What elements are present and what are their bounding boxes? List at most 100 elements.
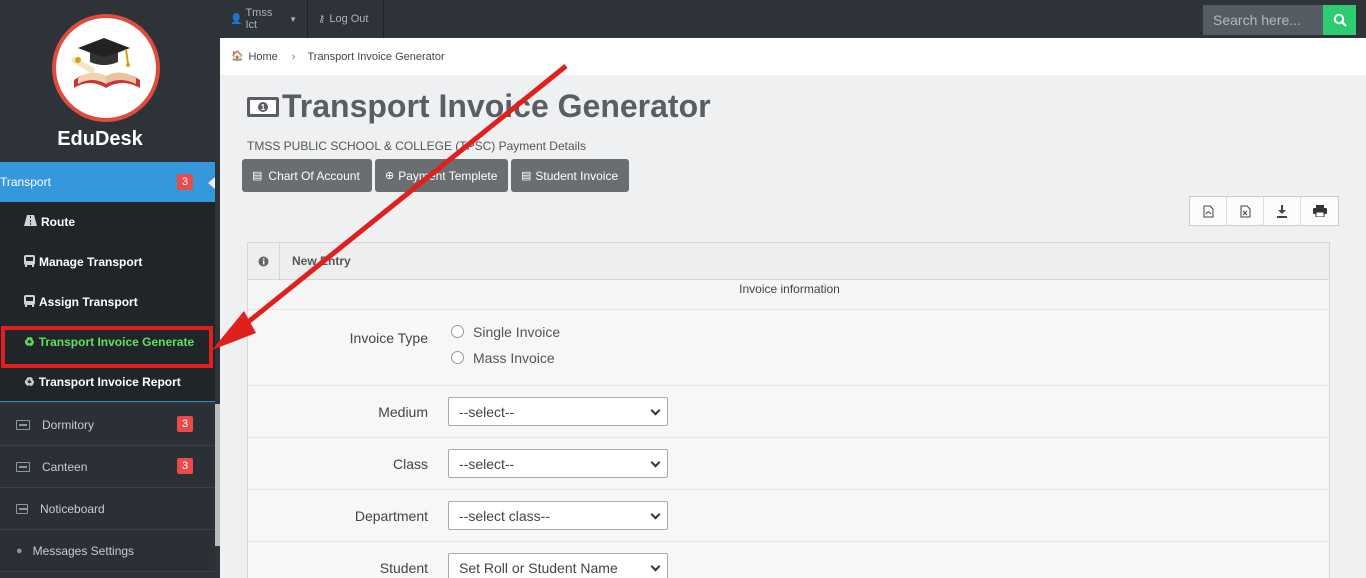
student-select-value: Set Roll or Student Name — [459, 559, 618, 576]
sidebar-item-label: Noticeboard — [40, 501, 105, 516]
chat-icon: ● — [16, 544, 23, 557]
button-label: Payment Templete — [398, 168, 498, 183]
id-card-icon — [16, 419, 30, 430]
class-select[interactable]: --select-- — [448, 449, 668, 478]
sidebar-item-transport[interactable]: Transport 3 — [0, 162, 215, 202]
sidebar-item-label: Transport — [0, 175, 51, 189]
sidebar-subitem-assign-transport[interactable]: Assign Transport — [0, 282, 215, 322]
button-label: Student Invoice — [535, 168, 619, 183]
search-button[interactable] — [1323, 5, 1356, 35]
sidebar-item-label: Dormitory — [42, 417, 95, 432]
chevron-down-icon — [650, 457, 661, 468]
medium-select-value: --select-- — [459, 403, 515, 420]
invoice-type-label: Invoice Type — [349, 330, 428, 346]
user-menu-button[interactable]: 👤 Tmss Ict ▼ — [220, 0, 308, 38]
sidebar-subitem-transport-invoice-report[interactable]: ♻ Transport Invoice Report — [0, 362, 215, 402]
payment-template-button[interactable]: ⊕ Payment Templete — [375, 159, 508, 192]
sidebar-item-noticeboard[interactable]: Noticeboard — [0, 488, 215, 530]
list-icon: ▤ — [252, 170, 263, 182]
plus-circle-icon: ⊕ — [385, 170, 395, 182]
excel-file-icon — [1240, 205, 1250, 217]
id-card-icon — [16, 461, 30, 472]
user-icon: 👤 — [230, 13, 243, 25]
export-pdf-button[interactable] — [1190, 197, 1227, 225]
class-select-value: --select-- — [459, 455, 515, 472]
top-navbar: 👤 Tmss Ict ▼ ⚷ Log Out — [220, 0, 1366, 38]
chevron-down-icon — [650, 561, 661, 572]
page-title: 1 Transport Invoice Generator — [246, 88, 711, 125]
sidebar-subitem-manage-transport[interactable]: Manage Transport — [0, 242, 215, 282]
bus-icon — [24, 294, 35, 310]
print-icon — [1312, 205, 1327, 217]
road-icon — [24, 215, 37, 229]
medium-row: Medium --select-- — [248, 385, 1329, 437]
svg-text:1: 1 — [261, 103, 266, 112]
mass-invoice-label[interactable]: Mass Invoice — [473, 350, 555, 366]
home-icon: 🏠 — [231, 51, 244, 62]
count-badge: 3 — [177, 174, 193, 190]
medium-select[interactable]: --select-- — [448, 397, 668, 426]
student-select[interactable]: Set Roll or Student Name — [448, 553, 668, 578]
sidebar-subitem-label: Assign Transport — [39, 295, 138, 309]
student-row: Student Set Roll or Student Name — [248, 541, 1329, 578]
bus-icon — [24, 254, 35, 270]
mass-invoice-radio[interactable] — [451, 351, 464, 364]
window-icon — [16, 503, 28, 514]
panel-header: New Entry — [248, 243, 1329, 280]
student-label: Student — [379, 560, 428, 576]
caret-down-icon: ▼ — [289, 14, 297, 24]
class-label: Class — [392, 456, 428, 472]
recycle-icon: ♻ — [24, 374, 35, 389]
sidebar-subitem-route[interactable]: Route — [0, 202, 215, 242]
sidebar-scrollbar[interactable] — [215, 404, 220, 546]
logo-graphic-icon — [71, 38, 140, 88]
user-name: Tmss Ict — [245, 7, 273, 31]
sidebar-subitem-label: Route — [41, 215, 75, 229]
export-excel-button[interactable] — [1227, 197, 1264, 225]
sidebar-item-label: Messages Settings — [32, 543, 135, 558]
search-input[interactable] — [1203, 5, 1323, 35]
count-badge: 3 — [177, 458, 193, 474]
page-subtitle: TMSS PUBLIC SCHOOL & COLLEGE (TPSC) Paym… — [247, 139, 586, 153]
sidebar: EduDesk Transport 3 Route Manage Transpo… — [0, 0, 220, 578]
download-icon — [1277, 205, 1287, 218]
logout-button[interactable]: ⚷ Log Out — [308, 0, 384, 38]
chart-of-account-button[interactable]: ▤ Chart Of Account — [242, 159, 372, 192]
chevron-down-icon — [650, 509, 661, 520]
sidebar-item-label: Canteen — [42, 459, 88, 474]
panel-title: New Entry — [292, 254, 351, 268]
print-button[interactable] — [1301, 197, 1338, 225]
department-row: Department --select class-- — [248, 489, 1329, 541]
sidebar-subitem-label: Transport Invoice Report — [38, 374, 181, 389]
single-invoice-label[interactable]: Single Invoice — [473, 324, 560, 340]
single-invoice-radio[interactable] — [451, 325, 464, 338]
department-select-value: --select class-- — [459, 507, 551, 524]
medium-label: Medium — [378, 404, 428, 420]
page-title-text: Transport Invoice Generator — [282, 88, 711, 124]
school-logo[interactable] — [52, 14, 160, 122]
student-invoice-button[interactable]: ▤ Student Invoice — [511, 159, 629, 192]
department-label: Department — [354, 508, 428, 524]
pdf-file-icon — [1203, 205, 1213, 217]
invoice-type-row: Invoice Type Single Invoice Mass Invoice — [248, 309, 1329, 385]
info-icon — [248, 243, 280, 279]
money-icon: 1 — [247, 96, 279, 117]
department-select[interactable]: --select class-- — [448, 501, 668, 530]
sidebar-item-canteen[interactable]: Canteen 3 — [0, 446, 215, 488]
section-label: Invoice information — [739, 282, 840, 296]
export-toolbar — [1189, 196, 1339, 226]
breadcrumb: 🏠 Home › Transport Invoice Generator — [220, 38, 1366, 75]
chevron-down-icon — [650, 405, 661, 416]
download-button[interactable] — [1264, 197, 1301, 225]
key-icon: ⚷ — [318, 13, 326, 25]
chevron-right-icon: › — [291, 50, 296, 63]
list-icon: ▤ — [521, 170, 532, 182]
breadcrumb-home[interactable]: Home — [248, 51, 277, 63]
sidebar-item-dormitory[interactable]: Dormitory 3 — [0, 404, 215, 446]
new-entry-panel: New Entry Invoice information Invoice Ty… — [247, 242, 1330, 578]
annotation-highlight-box — [1, 326, 213, 368]
sidebar-item-messages-settings[interactable]: ● Messages Settings — [0, 530, 215, 572]
logout-label: Log Out — [329, 13, 369, 25]
button-label: Chart Of Account — [268, 168, 360, 183]
sidebar-subitem-label: Manage Transport — [39, 255, 143, 269]
